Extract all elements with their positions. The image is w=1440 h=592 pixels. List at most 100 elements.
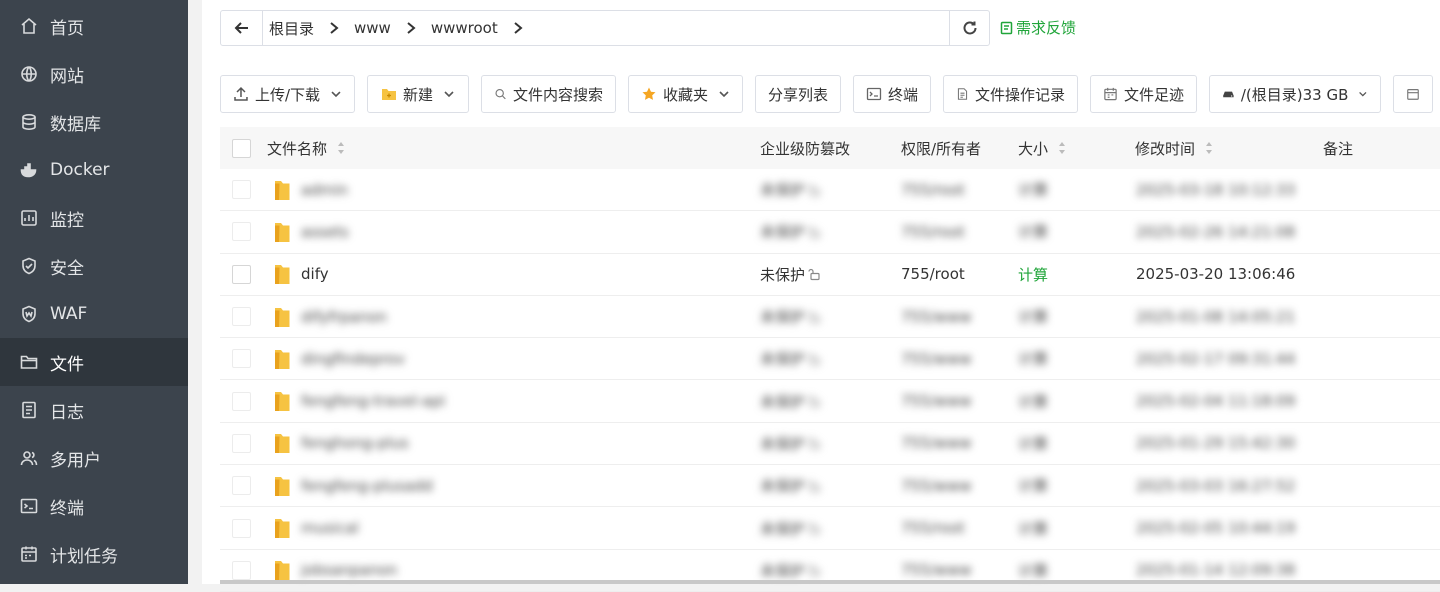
tamper-cell[interactable]: 未保护 [760, 296, 821, 337]
sidebar-item-11[interactable]: 计划任务 [0, 530, 188, 578]
file-name-cell[interactable]: dify [273, 254, 329, 295]
sidebar-item-1[interactable]: 网站 [0, 50, 188, 98]
sidebar-item-5[interactable]: 安全 [0, 242, 188, 290]
table-row[interactable]: jobsanpanon 未保护 755/www 计算 2025-01-14 12… [220, 550, 1440, 592]
table-row[interactable]: difyfrpanon 未保护 755/www 计算 2025-01-08 14… [220, 296, 1440, 339]
row-checkbox[interactable] [232, 169, 251, 210]
sidebar-item-9[interactable]: 多用户 [0, 434, 188, 482]
breadcrumb-item-root[interactable]: 根目录 [269, 18, 354, 39]
row-checkbox[interactable] [232, 550, 251, 591]
size-cell[interactable]: 计算 [1018, 423, 1048, 464]
column-mtime[interactable]: 修改时间 [1135, 127, 1213, 169]
row-checkbox[interactable] [232, 423, 251, 464]
folder-icon [275, 180, 290, 200]
file-name-cell[interactable]: dingfindeprov [273, 338, 405, 379]
folder-icon [275, 222, 290, 242]
file-name-cell[interactable]: jobsanpanon [273, 550, 397, 591]
file-name-cell[interactable]: musical [273, 507, 359, 548]
row-checkbox[interactable] [232, 211, 251, 252]
table-row[interactable]: dingfindeprov 未保护 755/www 计算 2025-02-17 … [220, 338, 1440, 381]
table-row[interactable]: fenghong-plus 未保护 755/www 计算 2025-01-29 … [220, 423, 1440, 466]
tamper-cell[interactable]: 未保护 [760, 338, 821, 379]
row-checkbox[interactable] [232, 338, 251, 379]
tamper-cell[interactable]: 未保护 [760, 380, 821, 421]
row-checkbox[interactable] [232, 465, 251, 506]
favorites-button[interactable]: 收藏夹 [628, 75, 743, 113]
file-footprint-button[interactable]: 文件足迹 [1090, 75, 1197, 113]
document-icon [957, 88, 968, 100]
file-oplog-button[interactable]: 文件操作记录 [943, 75, 1078, 113]
sidebar-item-2[interactable]: 数据库 [0, 98, 188, 146]
file-name-cell[interactable]: assets [273, 211, 349, 252]
permission-cell[interactable]: 755/www [901, 296, 972, 337]
refresh-button[interactable] [949, 11, 989, 45]
file-name-cell[interactable]: fengfeng-plusadd [273, 465, 433, 506]
sidebar-item-6[interactable]: WAF [0, 290, 188, 338]
new-button[interactable]: 新建 [367, 75, 469, 113]
breadcrumb-item-wwwroot[interactable]: wwwroot [431, 19, 538, 37]
row-checkbox[interactable] [232, 380, 251, 421]
sidebar-item-3[interactable]: Docker [0, 146, 188, 194]
permission-cell[interactable]: 755/www [901, 550, 972, 591]
file-name-cell[interactable]: fenghong-plus [273, 423, 409, 464]
size-cell[interactable]: 计算 [1018, 296, 1048, 337]
row-checkbox[interactable] [232, 507, 251, 548]
chevron-down-icon [719, 91, 729, 98]
row-checkbox[interactable] [232, 254, 251, 295]
table-row[interactable]: fengfeng-plusadd 未保护 755/www 计算 2025-03-… [220, 465, 1440, 508]
table-row[interactable]: assets 未保护 755/root 计算 2025-02-26 14:21:… [220, 211, 1440, 254]
file-name-cell[interactable]: difyfrpanon [273, 296, 387, 337]
permission-cell[interactable]: 755/root [901, 507, 965, 548]
sidebar-item-0[interactable]: 首页 [0, 2, 188, 50]
sidebar-item-7[interactable]: 文件 [0, 338, 188, 386]
content-search-button[interactable]: 文件内容搜索 [481, 75, 616, 113]
feedback-link[interactable]: 需求反馈 [1000, 17, 1076, 38]
permission-cell[interactable]: 755/www [901, 423, 972, 464]
table-row[interactable]: dify 未保护 755/root 计算 2025-03-20 13:06:46 [220, 254, 1440, 296]
size-cell[interactable]: 计算 [1018, 465, 1048, 506]
share-list-button[interactable]: 分享列表 [755, 75, 841, 113]
permission-cell[interactable]: 755/www [901, 380, 972, 421]
size-cell[interactable]: 计算 [1018, 338, 1048, 379]
table-row[interactable]: musical 未保护 755/root 计算 2025-02-05 10:44… [220, 507, 1440, 550]
table-row[interactable]: admin 未保护 755/root 计算 2025-03-18 10:12:3… [220, 169, 1440, 212]
more-tools-button[interactable] [1393, 75, 1433, 113]
unlock-icon [808, 396, 820, 408]
permission-cell[interactable]: 755/root [901, 211, 965, 252]
back-button[interactable] [221, 11, 263, 45]
breadcrumb-item-www[interactable]: www [354, 19, 431, 37]
permission-cell[interactable]: 755/www [901, 465, 972, 506]
file-name-cell[interactable]: admin [273, 169, 348, 210]
horizontal-scrollbar[interactable] [220, 580, 1440, 584]
upload-download-button[interactable]: 上传/下载 [220, 75, 355, 113]
size-cell[interactable]: 计算 [1018, 550, 1048, 591]
size-cell[interactable]: 计算 [1018, 380, 1048, 421]
select-all-checkbox[interactable] [232, 127, 251, 169]
sidebar-item-10[interactable]: 终端 [0, 482, 188, 530]
table-row[interactable]: fengfeng-travel-api 未保护 755/www 计算 2025-… [220, 380, 1440, 423]
sidebar-item-label: WAF [50, 304, 88, 324]
tamper-cell[interactable]: 未保护 [760, 211, 821, 252]
column-name[interactable]: 文件名称 [267, 127, 345, 169]
permission-cell[interactable]: 755/www [901, 338, 972, 379]
file-name-cell[interactable]: fengfeng-travel-api [273, 380, 445, 421]
permission-cell[interactable]: 755/root [901, 169, 965, 210]
sidebar-item-4[interactable]: 监控 [0, 194, 188, 242]
size-cell[interactable]: 计算 [1018, 211, 1048, 252]
disk-select-button[interactable]: /(根目录)33 GB [1209, 75, 1381, 113]
tamper-cell[interactable]: 未保护 [760, 550, 821, 591]
sidebar-item-8[interactable]: 日志 [0, 386, 188, 434]
sidebar-item-label: 安全 [50, 258, 84, 279]
size-cell[interactable]: 计算 [1018, 507, 1048, 548]
tamper-cell[interactable]: 未保护 [760, 465, 821, 506]
tamper-cell[interactable]: 未保护 [760, 169, 821, 210]
tamper-cell[interactable]: 未保护 [760, 254, 821, 295]
permission-cell[interactable]: 755/root [901, 254, 965, 295]
tamper-cell[interactable]: 未保护 [760, 507, 821, 548]
size-cell[interactable]: 计算 [1018, 254, 1048, 295]
tamper-cell[interactable]: 未保护 [760, 423, 821, 464]
column-size[interactable]: 大小 [1018, 127, 1066, 169]
terminal-button[interactable]: 终端 [853, 75, 931, 113]
row-checkbox[interactable] [232, 296, 251, 337]
size-cell[interactable]: 计算 [1018, 169, 1048, 210]
